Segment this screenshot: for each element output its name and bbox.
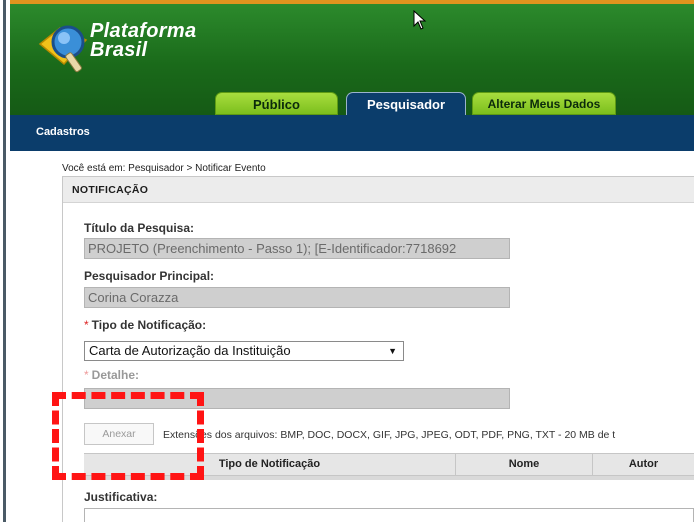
red-dashed-highlight (52, 392, 204, 480)
tab-alterar-meus-dados[interactable]: Alterar Meus Dados (472, 92, 616, 115)
tipo-notificacao-label: * Tipo de Notificação: (84, 318, 206, 332)
justificativa-textarea[interactable] (84, 508, 694, 522)
column-autor[interactable]: Autor (593, 454, 694, 475)
globe-magnifier-icon (38, 25, 88, 73)
tab-pesquisador[interactable]: Pesquisador (346, 92, 466, 115)
justificativa-label: Justificativa: (84, 490, 158, 504)
pesquisador-label: Pesquisador Principal: (84, 269, 215, 283)
column-nome[interactable]: Nome (456, 454, 593, 475)
mouse-cursor-icon (413, 10, 427, 30)
breadcrumb: Você está em: Pesquisador > Notificar Ev… (62, 163, 266, 174)
main-navbar: Cadastros (10, 115, 694, 151)
window-left-border (0, 0, 10, 522)
tab-publico[interactable]: Público (215, 92, 338, 115)
chevron-down-icon: ▼ (388, 346, 397, 356)
titulo-label: Título da Pesquisa: (84, 221, 195, 235)
pesquisador-field: Corina Corazza (84, 287, 510, 308)
tipo-notificacao-select[interactable]: Carta de Autorização da Instituição ▼ (84, 341, 404, 361)
detalhe-label: * Detalhe: (84, 368, 139, 382)
required-mark: * (84, 368, 89, 382)
plataforma-brasil-logo[interactable]: Plataforma Brasil (34, 18, 234, 78)
panel-header: NOTIFICAÇÃO (63, 177, 694, 203)
logo-line-2: Brasil (90, 39, 148, 61)
tipo-notificacao-selected: Carta de Autorização da Instituição (89, 343, 291, 358)
panel-title: NOTIFICAÇÃO (72, 184, 149, 196)
nav-item-cadastros[interactable]: Cadastros (36, 126, 90, 138)
detalhe-label-text: Detalhe: (91, 368, 140, 382)
page: Plataforma Brasil Público Pesquisador Al… (0, 0, 694, 522)
tipo-notificacao-label-text: Tipo de Notificação: (91, 318, 207, 332)
logo-text: Plataforma Brasil (90, 21, 196, 61)
titulo-field: PROJETO (Preenchimento - Passo 1); [E-Id… (84, 238, 510, 259)
file-extensions-note: Extensões dos arquivos: BMP, DOC, DOCX, … (163, 429, 616, 441)
required-mark: * (84, 318, 89, 332)
